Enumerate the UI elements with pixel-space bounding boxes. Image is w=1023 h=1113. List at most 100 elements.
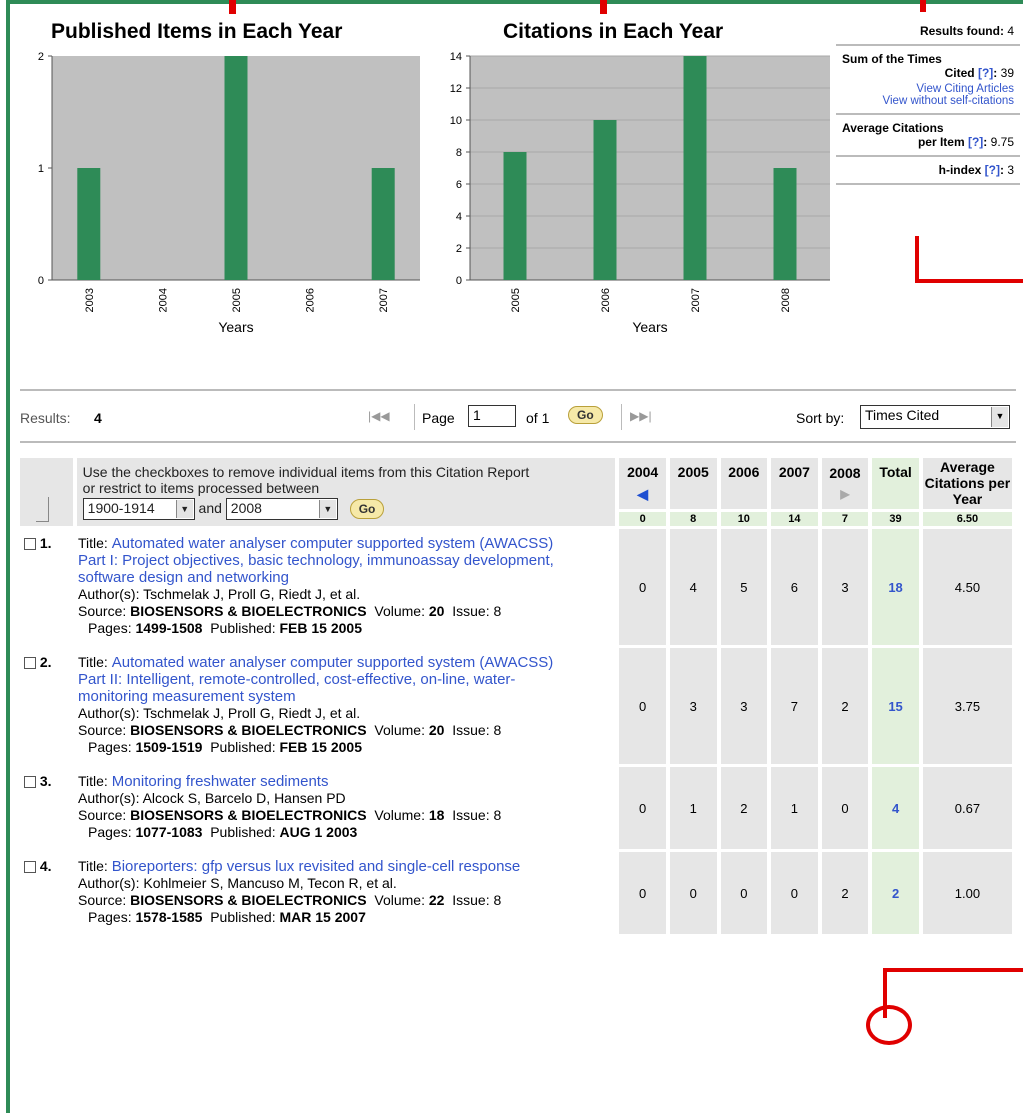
total-citations-link[interactable]: 15	[888, 699, 902, 714]
volume-label: Volume:	[374, 722, 425, 738]
volume-label: Volume:	[374, 603, 425, 619]
dropdown-arrow-icon: ▼	[318, 500, 336, 518]
restrict-go-button[interactable]: Go	[349, 499, 385, 519]
item-published: FEB 15 2005	[279, 620, 363, 636]
citation-item: 2. Title: Automated water analyser compu…	[20, 648, 615, 764]
total-citations-cell: 2	[872, 852, 919, 934]
item-title-link[interactable]: Automated water analyser computer suppor…	[78, 535, 554, 586]
to-year-select[interactable]: 2008 ▼	[225, 498, 338, 520]
year-count-cell: 1	[771, 767, 818, 849]
year-count-cell: 0	[619, 529, 666, 645]
item-published: AUG 1 2003	[279, 824, 358, 840]
annotation-line	[600, 0, 607, 14]
avg-value: 9.75	[990, 135, 1014, 149]
x-tick-label: 2005	[510, 288, 522, 312]
view-citing-articles-link[interactable]: View Citing Articles	[916, 83, 1014, 95]
page-number-input[interactable]: 1	[468, 405, 516, 427]
total-cell: 0	[619, 511, 666, 526]
bar-2005	[503, 152, 527, 280]
citations-chart: 0 2 4 6 8 10 12 14 2005 2006 2007 2008 Years	[450, 51, 830, 335]
sum-help-link[interactable]: [?]	[978, 66, 993, 80]
results-bar: Results: 4 |◀◀ Page 1 of 1 Go ▶▶| Sort b…	[20, 400, 1016, 436]
average-per-year-header: Average Citations per Year	[922, 458, 1012, 509]
x-tick-label: 2007	[378, 288, 390, 312]
total-citations-link[interactable]: 18	[888, 580, 902, 595]
item-pages: 1578-1585	[135, 909, 203, 925]
item-volume: 22	[428, 892, 445, 908]
x-tick-label: 2007	[690, 288, 702, 312]
last-page-icon[interactable]: ▶▶|	[630, 409, 652, 423]
item-title-link[interactable]: Automated water analyser computer suppor…	[78, 654, 553, 705]
sort-by-select[interactable]: Times Cited ▼	[860, 405, 1010, 429]
item-source: BIOSENSORS & BIOELECTRONICS	[130, 807, 367, 823]
first-page-icon[interactable]: |◀◀	[368, 409, 390, 423]
citation-item: 4. Title: Bioreporters: gfp versus lux r…	[20, 852, 615, 934]
item-number: 4.	[39, 858, 52, 874]
item-number: 1.	[39, 535, 52, 551]
from-year-select[interactable]: 1900-1914 ▼	[82, 498, 195, 520]
item-title-link[interactable]: Monitoring freshwater sediments	[112, 773, 329, 790]
item-issue: 8	[493, 603, 502, 619]
title-label: Title:	[78, 535, 108, 551]
dropdown-arrow-icon: ▼	[991, 407, 1008, 427]
h-index-help-link[interactable]: [?]	[985, 163, 1000, 177]
results-found-value: 4	[1007, 24, 1014, 38]
item-pages: 1077-1083	[135, 824, 203, 840]
item-authors: Author(s): Tschmelak J, Proll G, Riedt J…	[78, 586, 361, 602]
issue-label: Issue:	[452, 603, 490, 619]
citation-row: 4. Title: Bioreporters: gfp versus lux r…	[20, 852, 1012, 934]
bar-2003	[77, 168, 101, 280]
volume-label: Volume:	[374, 892, 425, 908]
year-count-cell: 2	[720, 767, 768, 849]
year-count-cell: 0	[771, 852, 818, 934]
total-citations-cell: 15	[872, 648, 919, 764]
pages-label: Pages:	[88, 824, 132, 840]
total-cell: 6.50	[922, 511, 1012, 526]
item-issue: 8	[493, 807, 502, 823]
average-per-year-cell: 3.75	[922, 648, 1012, 764]
volume-label: Volume:	[374, 807, 425, 823]
issue-label: Issue:	[452, 892, 490, 908]
source-label: Source:	[78, 603, 127, 619]
view-without-self-citations-link[interactable]: View without self-citations	[883, 95, 1014, 107]
year-count-cell: 5	[720, 529, 768, 645]
avg-label-per-item: per Item	[917, 135, 965, 149]
year-count-cell: 3	[720, 648, 768, 764]
restrict-text: or restrict to items processed between	[82, 480, 320, 496]
avg-help-link[interactable]: [?]	[968, 135, 983, 149]
item-title-link[interactable]: Bioreporters: gfp versus lux revisited a…	[112, 858, 521, 875]
item-volume: 20	[428, 603, 445, 619]
divider	[20, 389, 1016, 391]
average-per-year-cell: 4.50	[922, 529, 1012, 645]
item-authors: Author(s): Kohlmeier S, Mancuso M, Tecon…	[78, 875, 397, 891]
total-citations-cell: 18	[872, 529, 919, 645]
item-pages: 1499-1508	[135, 620, 203, 636]
page-go-button[interactable]: Go	[568, 406, 603, 424]
total-cell: 14	[771, 511, 818, 526]
year-count-cell: 0	[619, 767, 666, 849]
pages-label: Pages:	[88, 739, 132, 755]
remove-item-checkbox[interactable]	[24, 538, 36, 551]
title-label: Title:	[78, 654, 108, 670]
remove-item-checkbox[interactable]	[24, 861, 36, 874]
results-found-row: Results found: 4	[836, 18, 1020, 46]
source-label: Source:	[78, 892, 127, 908]
year-header-2004: 2004 ◀	[619, 458, 666, 509]
issue-label: Issue:	[452, 807, 490, 823]
restrict-arrow-cell	[20, 458, 73, 526]
total-citations-link[interactable]: 4	[892, 801, 899, 816]
year-header-2005: 2005	[669, 458, 717, 509]
remove-item-checkbox[interactable]	[24, 657, 36, 670]
bar-2007	[371, 168, 395, 280]
pages-label: Pages:	[88, 909, 132, 925]
average-per-year-cell: 0.67	[922, 767, 1012, 849]
chart-title-published: Published Items in Each Year	[51, 20, 343, 43]
title-label: Title:	[78, 773, 108, 789]
remove-item-checkbox[interactable]	[24, 776, 36, 789]
next-year-arrow-icon[interactable]: ▶	[823, 487, 868, 501]
total-citations-link[interactable]: 2	[892, 886, 899, 901]
annotation-line	[915, 236, 919, 282]
item-issue: 8	[493, 892, 502, 908]
prev-year-arrow-icon[interactable]: ◀	[620, 486, 665, 503]
pager-divider	[621, 404, 622, 430]
